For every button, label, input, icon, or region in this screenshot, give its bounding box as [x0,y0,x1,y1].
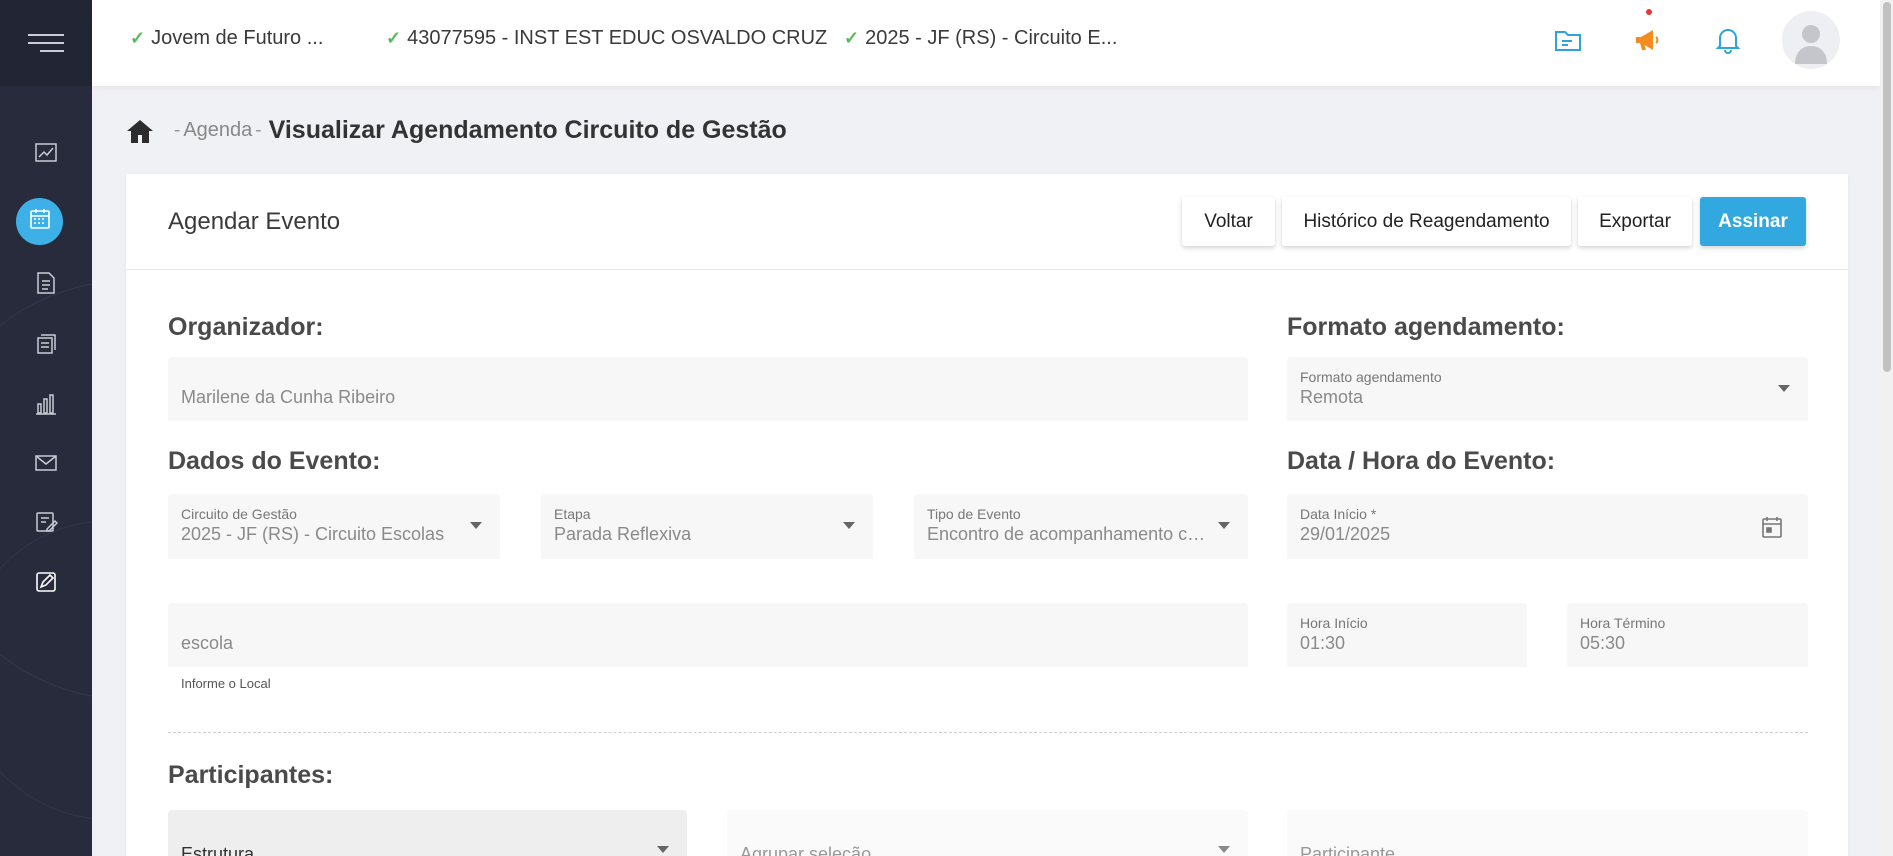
bar-chart-icon [34,392,58,421]
event-type-value: Encontro de acompanhamento co... [927,524,1209,544]
end-time-value: 05:30 [1580,633,1626,653]
sidebar-header [0,0,92,86]
card-header: Agendar Evento Voltar Histórico de Reage… [126,174,1848,270]
breadcrumb-agenda[interactable]: Agenda [183,119,252,142]
notifications-button[interactable] [1708,22,1748,62]
sidebar-item-forms[interactable] [26,504,66,544]
sidebar [0,0,92,856]
group-selection-select[interactable]: Agrupar seleção [727,810,1248,856]
stage-value: Parada Reflexiva [554,524,692,544]
format-value: Remota [1300,387,1364,407]
breadcrumb-separator: - [255,119,262,141]
scrollbar-thumb[interactable] [1883,2,1891,372]
breadcrumb: - Agenda - Visualizar Agendamento Circui… [126,116,787,145]
group-selection-placeholder: Agrupar seleção [740,844,872,856]
participant-field[interactable]: Participante [1287,810,1808,856]
files-icon [34,332,58,361]
sidebar-item-files[interactable] [26,326,66,366]
announcements-button[interactable] [1628,9,1668,62]
back-button[interactable]: Voltar [1182,197,1275,246]
structure-select[interactable]: Estrutura [168,810,687,856]
start-date-label: Data Início * [1300,506,1377,522]
sidebar-item-documents[interactable] [26,265,66,305]
end-time-label: Hora Término [1580,615,1666,631]
top-bar: ✓ Jovem de Futuro ... ✓ 43077595 - INST … [92,0,1880,86]
sidebar-item-messages[interactable] [26,445,66,485]
event-type-label: Tipo de Evento [927,506,1021,522]
chevron-down-icon [1778,385,1790,392]
circuit-selector-label: 2025 - JF (RS) - Circuito E... [865,27,1118,49]
chevron-down-icon [1218,846,1230,853]
start-date-field[interactable]: Data Início * 29/01/2025 [1287,494,1808,559]
circuit-select[interactable]: Circuito de Gestão 2025 - JF (RS) - Circ… [168,494,500,559]
start-time-field[interactable]: Hora Início 01:30 [1287,603,1527,667]
event-type-select[interactable]: Tipo de Evento Encontro de acompanhament… [914,494,1248,559]
page-scrollbar[interactable] [1880,0,1893,856]
chevron-down-icon [1218,522,1230,529]
sidebar-item-sign[interactable] [26,564,66,604]
event-card: Agendar Evento Voltar Histórico de Reage… [126,174,1848,856]
home-icon[interactable] [126,118,154,144]
organizer-field[interactable]: Marilene da Cunha Ribeiro [168,357,1248,421]
chevron-down-icon [843,522,855,529]
school-selector-label: 43077595 - INST EST EDUC OSVALDO CRUZ [407,27,828,49]
school-selector[interactable]: ✓ 43077595 - INST EST EDUC OSVALDO CRUZ [386,27,827,50]
breadcrumb-separator: - [174,119,181,141]
program-selector-label: Jovem de Futuro ... [151,27,324,49]
sign-button[interactable]: Assinar [1700,197,1806,246]
edit-form-icon [34,510,59,539]
folder-button[interactable] [1548,22,1588,62]
megaphone-icon [1633,25,1663,60]
format-heading: Formato agendamento: [1287,313,1565,341]
format-select[interactable]: Formato agendamento Remota [1287,357,1808,421]
document-list-icon [35,271,57,300]
end-time-field[interactable]: Hora Término 05:30 [1567,603,1808,667]
user-avatar[interactable] [1782,11,1840,69]
checkmark-icon: ✓ [130,28,146,48]
program-selector[interactable]: ✓ Jovem de Futuro ... [130,27,323,50]
chevron-down-icon [470,522,482,529]
checkmark-icon: ✓ [844,28,860,48]
location-value: escola [181,633,234,653]
section-divider [168,732,1808,733]
sidebar-item-agenda[interactable] [16,198,63,245]
location-field[interactable]: escola [168,603,1248,667]
participant-placeholder: Participante [1300,844,1396,856]
page-title: Visualizar Agendamento Circuito de Gestã… [268,116,787,144]
datetime-heading: Data / Hora do Evento: [1287,447,1556,475]
sidebar-item-dashboard[interactable] [26,135,66,175]
calendar-icon [28,207,52,236]
user-avatar-icon [1791,18,1831,69]
notification-dot [1646,9,1652,15]
hamburger-icon[interactable] [28,33,64,53]
pen-sign-icon [34,570,58,599]
start-time-value: 01:30 [1300,633,1346,653]
start-date-value: 29/01/2025 [1300,524,1391,544]
sidebar-item-reports[interactable] [26,386,66,426]
chevron-down-icon [657,846,669,853]
chart-line-icon [34,141,58,170]
organizer-heading: Organizador: [168,313,324,341]
start-time-label: Hora Início [1300,615,1368,631]
participants-heading: Participantes: [168,761,334,789]
calendar-picker-icon[interactable] [1762,516,1782,543]
card-title: Agendar Evento [168,208,341,235]
event-data-heading: Dados do Evento: [168,447,381,475]
organizer-value: Marilene da Cunha Ribeiro [181,387,396,407]
stage-label: Etapa [554,506,591,522]
stage-select[interactable]: Etapa Parada Reflexiva [541,494,873,559]
circuit-value: 2025 - JF (RS) - Circuito Escolas [181,524,445,544]
checkmark-icon: ✓ [386,28,402,48]
location-hint: Informe o Local [181,676,271,691]
export-button[interactable]: Exportar [1578,197,1692,246]
structure-placeholder: Estrutura [181,844,255,856]
bell-icon [1715,26,1741,59]
mail-icon [34,453,58,478]
format-label: Formato agendamento [1300,369,1442,385]
circuit-label: Circuito de Gestão [181,506,297,522]
folder-icon [1554,28,1582,57]
circuit-selector[interactable]: ✓ 2025 - JF (RS) - Circuito E... [844,27,1117,50]
reschedule-history-button[interactable]: Histórico de Reagendamento [1282,197,1571,246]
